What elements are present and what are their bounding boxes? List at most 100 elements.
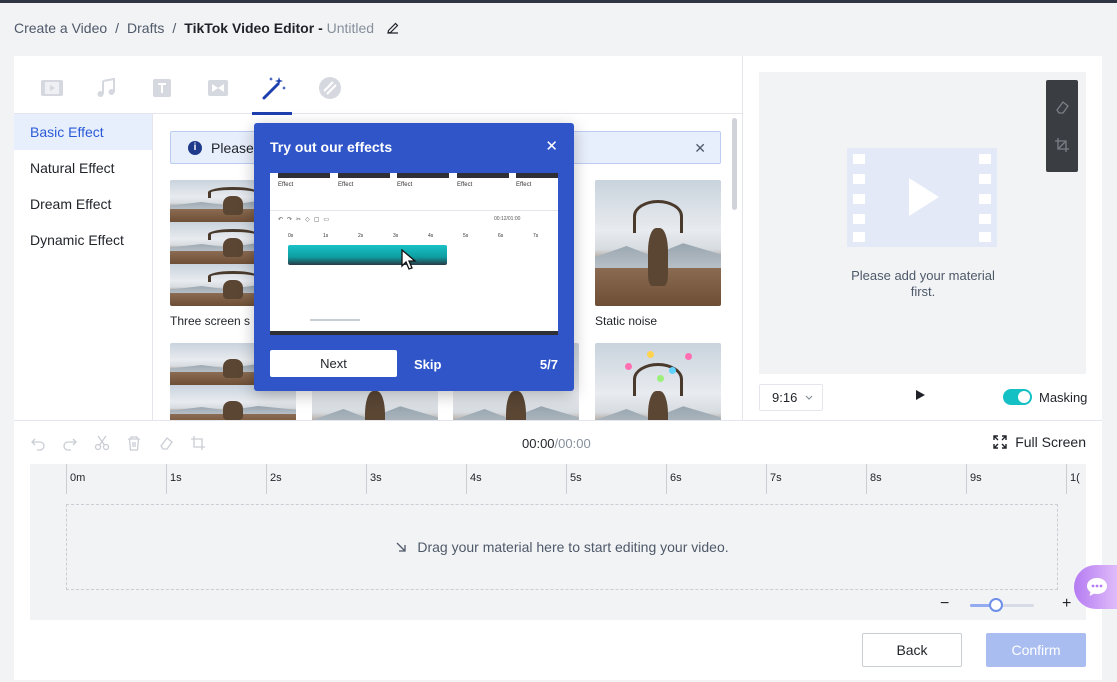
effect-card[interactable] xyxy=(595,343,721,420)
category-basic-effect[interactable]: Basic Effect xyxy=(14,114,152,150)
ruler-label: 2s xyxy=(270,472,282,484)
ruler-label: 3s xyxy=(370,472,382,484)
confirm-button[interactable]: Confirm xyxy=(986,633,1086,667)
aspect-ratio-value: 9:16 xyxy=(772,390,798,405)
close-icon[interactable]: ✕ xyxy=(694,140,706,157)
ruler-label: 1( xyxy=(1070,472,1080,484)
ruler-label: 9s xyxy=(970,472,982,484)
crop-icon[interactable] xyxy=(190,435,206,451)
eraser-icon[interactable] xyxy=(1054,99,1070,115)
chat-bubble-icon xyxy=(1087,578,1107,596)
library-tabbar xyxy=(14,56,743,115)
category-dynamic-effect[interactable]: Dynamic Effect xyxy=(14,222,152,258)
category-natural-effect[interactable]: Natural Effect xyxy=(14,150,152,186)
timeline-toolbar: 00:00/00:00 Full Screen xyxy=(14,420,1102,464)
tour-ruler-label: 5s xyxy=(463,233,469,239)
effect-thumbnail xyxy=(595,180,721,306)
film-placeholder-icon xyxy=(847,148,997,247)
drop-zone[interactable]: Drag your material here to start editing… xyxy=(66,504,1058,590)
preview-placeholder-text: Please add your material first. xyxy=(851,268,995,299)
breadcrumb-create-video[interactable]: Create a Video xyxy=(14,20,107,36)
aspect-ratio-select[interactable]: 9:16 xyxy=(759,384,823,411)
ruler-tick xyxy=(366,464,367,494)
edit-pencil-icon[interactable] xyxy=(386,21,400,35)
tour-ruler-label: 7s xyxy=(533,233,539,239)
tab-transition[interactable] xyxy=(204,74,232,102)
redo-icon[interactable] xyxy=(62,435,78,451)
effect-thumbnail xyxy=(595,343,721,420)
tour-effect-label: Effect xyxy=(516,182,532,188)
crop-icon[interactable] xyxy=(1054,137,1070,153)
effect-category-nav: Basic Effect Natural Effect Dream Effect… xyxy=(14,114,153,420)
chat-support-button[interactable] xyxy=(1074,565,1117,609)
tab-text[interactable] xyxy=(148,74,176,102)
tab-music[interactable] xyxy=(92,74,120,102)
timecode: 00:00/00:00 xyxy=(522,436,591,451)
tour-ruler-label: 0s xyxy=(288,233,294,239)
tab-sticker[interactable] xyxy=(316,74,344,102)
ruler-label: 0m xyxy=(70,472,86,484)
breadcrumb-drafts[interactable]: Drafts xyxy=(127,20,164,36)
fullscreen-label: Full Screen xyxy=(1015,434,1086,450)
ruler-tick xyxy=(1066,464,1067,494)
tour-effect-label: Effect xyxy=(338,182,354,188)
tour-video-clip xyxy=(288,245,447,265)
zoom-in-icon[interactable]: + xyxy=(1062,595,1071,613)
tour-step-counter: 5/7 xyxy=(539,357,558,372)
drop-zone-text: Drag your material here to start editing… xyxy=(417,539,729,555)
breadcrumb-separator: / xyxy=(172,20,177,36)
ruler-tick xyxy=(66,464,67,494)
effect-card-static-noise[interactable]: Static noise xyxy=(595,180,721,328)
tour-illustration: Effect Effect Effect Effect Effect ↶↷✂◇▢… xyxy=(270,173,558,335)
magic-wand-icon xyxy=(262,77,286,100)
effect-name: Static noise xyxy=(595,314,658,328)
tab-video[interactable] xyxy=(38,74,66,102)
ruler-tick xyxy=(866,464,867,494)
delete-icon[interactable] xyxy=(126,435,142,451)
eraser-icon[interactable] xyxy=(158,435,174,451)
arrow-down-right-icon xyxy=(396,542,407,552)
tour-timecode: 00:12/01:00 xyxy=(494,216,521,222)
tab-effects[interactable] xyxy=(252,74,292,115)
sticker-icon xyxy=(319,77,341,99)
fullscreen-button[interactable]: Full Screen xyxy=(993,434,1086,450)
top-border xyxy=(0,0,1117,3)
tour-effect-label: Effect xyxy=(397,182,413,188)
zoom-slider-handle[interactable] xyxy=(988,598,1003,612)
breadcrumb: Create a Video / Drafts / TikTok Video E… xyxy=(14,20,400,36)
tour-title: Try out our effects xyxy=(270,139,393,155)
masking-toggle[interactable] xyxy=(1003,389,1032,405)
transition-icon xyxy=(208,80,228,96)
tour-ruler-label: 4s xyxy=(428,233,434,239)
close-icon[interactable]: ✕ xyxy=(545,137,558,155)
zoom-out-icon[interactable]: − xyxy=(940,595,949,613)
tour-effect-label: Effect xyxy=(457,182,473,188)
undo-icon[interactable] xyxy=(30,435,46,451)
tour-next-button[interactable]: Next xyxy=(270,350,397,377)
back-button[interactable]: Back xyxy=(862,633,962,667)
category-dream-effect[interactable]: Dream Effect xyxy=(14,186,152,222)
total-time: /00:00 xyxy=(554,436,591,451)
page-title: TikTok Video Editor - Untitled xyxy=(184,20,374,36)
page-title-text: TikTok Video Editor - xyxy=(184,20,323,36)
ruler-label: 6s xyxy=(670,472,682,484)
ruler-tick xyxy=(566,464,567,494)
fullscreen-icon xyxy=(993,435,1007,449)
cut-icon[interactable] xyxy=(94,435,110,451)
ruler-label: 8s xyxy=(870,472,882,484)
text-icon xyxy=(153,79,171,97)
scrollbar[interactable] xyxy=(732,118,737,210)
ruler-tick xyxy=(466,464,467,494)
ruler-label: 5s xyxy=(570,472,582,484)
timeline: 0m 1s 2s 3s 4s 5s 6s 7s 8s 9s 1( Drag your materia… xyxy=(30,464,1086,620)
tour-ruler-label: 2s xyxy=(358,233,364,239)
breadcrumb-separator: / xyxy=(115,20,120,36)
tour-effect-label: Effect xyxy=(278,182,294,188)
tour-skip-button[interactable]: Skip xyxy=(414,357,441,372)
current-time: 00:00 xyxy=(522,436,555,451)
ruler-label: 4s xyxy=(470,472,482,484)
masking-label: Masking xyxy=(1039,390,1088,405)
play-icon[interactable] xyxy=(916,390,925,400)
info-text: Please xyxy=(211,139,254,156)
video-preview: Please add your material first. xyxy=(759,72,1086,374)
